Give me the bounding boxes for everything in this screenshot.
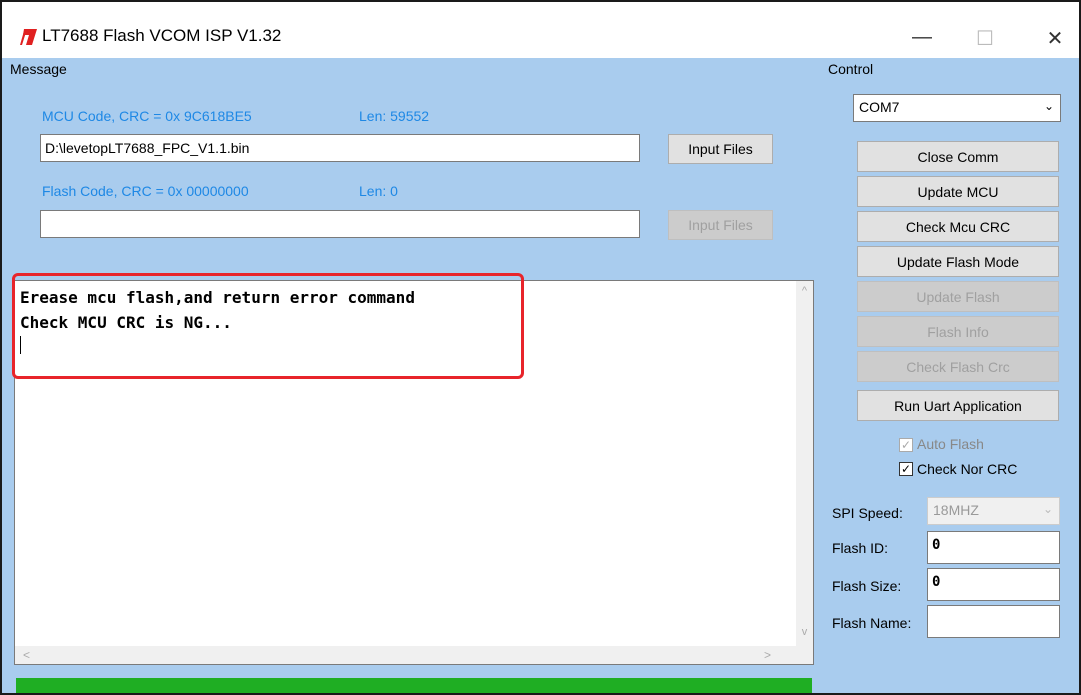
close-comm-button[interactable]: Close Comm	[857, 141, 1059, 172]
spi-speed-value: 18MHZ	[933, 502, 979, 518]
flash-file-path-input[interactable]	[40, 210, 640, 238]
mcu-file-path-input[interactable]: D:\levetopLT7688_FPC_V1.1.bin	[40, 134, 640, 162]
scroll-left-icon[interactable]: <	[23, 648, 30, 662]
chevron-down-icon: ⌄	[1043, 99, 1054, 113]
app-window: LT7688 Flash VCOM ISP V1.32 — ☐ ✕ Messag…	[0, 0, 1081, 695]
com-port-value: COM7	[859, 99, 900, 115]
run-uart-application-button[interactable]: Run Uart Application	[857, 390, 1059, 421]
close-button[interactable]: ✕	[1040, 26, 1070, 51]
update-flash-mode-button[interactable]: Update Flash Mode	[857, 246, 1059, 277]
maximize-button[interactable]: ☐	[970, 26, 1000, 51]
mcu-code-crc: MCU Code, CRC = 0x 9C618BE5	[42, 108, 252, 124]
chevron-down-icon: ⌄	[1042, 502, 1053, 516]
update-mcu-button[interactable]: Update MCU	[857, 176, 1059, 207]
minimize-button[interactable]: —	[907, 26, 937, 49]
check-mcu-crc-button[interactable]: Check Mcu CRC	[857, 211, 1059, 242]
update-flash-button[interactable]: Update Flash	[857, 281, 1059, 312]
flash-id-label: Flash ID:	[832, 540, 889, 556]
horizontal-scrollbar[interactable]: < >	[15, 646, 813, 664]
scroll-right-icon[interactable]: >	[764, 648, 771, 662]
mcu-code-len: Len: 59552	[359, 108, 430, 124]
flash-id-field[interactable]: 0	[927, 531, 1060, 564]
window-title: LT7688 Flash VCOM ISP V1.32	[42, 26, 282, 45]
app-logo-icon	[20, 29, 37, 45]
flash-size-label: Flash Size:	[832, 578, 902, 594]
progress-bar	[16, 678, 812, 693]
spi-speed-label: SPI Speed:	[832, 505, 903, 521]
flash-name-label: Flash Name:	[832, 615, 912, 631]
flash-code-crc: Flash Code, CRC = 0x 00000000	[42, 183, 249, 199]
check-nor-crc-checkbox[interactable]: ✓	[899, 462, 913, 476]
input-files-button[interactable]: Input Files	[668, 134, 773, 164]
spi-speed-select[interactable]: 18MHZ ⌄	[927, 497, 1060, 525]
flash-name-field[interactable]	[927, 605, 1060, 638]
message-group-label: Message	[10, 61, 67, 77]
title-bar[interactable]: LT7688 Flash VCOM ISP V1.32 — ☐ ✕	[2, 2, 1079, 58]
scroll-down-icon[interactable]: v	[796, 626, 813, 638]
auto-flash-checkbox[interactable]: ✓	[899, 438, 913, 452]
auto-flash-label: Auto Flash	[917, 436, 984, 452]
control-group-label: Control	[828, 61, 874, 77]
highlight-box	[12, 273, 524, 379]
vertical-scrollbar[interactable]: ^ v	[796, 281, 813, 646]
flash-size-field[interactable]: 0	[927, 568, 1060, 601]
check-flash-crc-button[interactable]: Check Flash Crc	[857, 351, 1059, 382]
input-files-flash-button[interactable]: Input Files	[668, 210, 773, 240]
flash-code-len: Len: 0	[359, 183, 398, 199]
com-port-select[interactable]: COM7 ⌄	[853, 94, 1061, 122]
check-nor-crc-label: Check Nor CRC	[917, 461, 1018, 477]
flash-info-button[interactable]: Flash Info	[857, 316, 1059, 347]
scroll-up-icon[interactable]: ^	[796, 285, 813, 297]
